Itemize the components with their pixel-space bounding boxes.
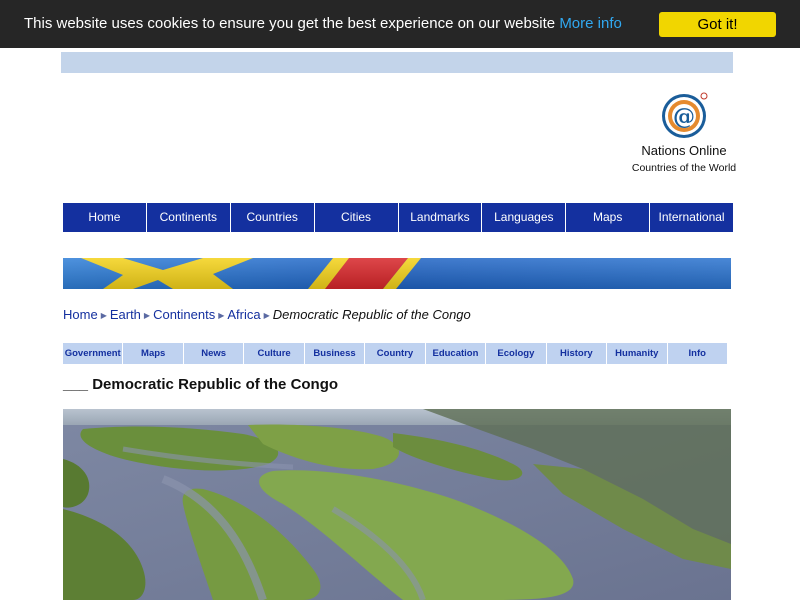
cookie-message: This website uses cookies to ensure you … xyxy=(24,15,622,32)
cookie-banner: This website uses cookies to ensure you … xyxy=(0,0,800,48)
subnav-maps[interactable]: Maps xyxy=(123,343,184,364)
site-name[interactable]: Nations Online xyxy=(630,143,738,158)
svg-text:@: @ xyxy=(673,104,695,130)
breadcrumb-earth[interactable]: Earth xyxy=(110,307,141,322)
subnav-education[interactable]: Education xyxy=(426,343,487,364)
nav-international[interactable]: International xyxy=(650,203,733,232)
subnav-ecology[interactable]: Ecology xyxy=(486,343,547,364)
nav-continents[interactable]: Continents xyxy=(147,203,231,232)
breadcrumb-home[interactable]: Home xyxy=(63,307,98,322)
subnav-culture[interactable]: Culture xyxy=(244,343,305,364)
breadcrumb-arrow-icon: ▶ xyxy=(263,311,270,321)
nav-cities[interactable]: Cities xyxy=(315,203,399,232)
more-info-link[interactable]: More info xyxy=(559,15,622,32)
subnav-humanity[interactable]: Humanity xyxy=(607,343,668,364)
breadcrumb-africa[interactable]: Africa xyxy=(227,307,260,322)
subnav-country[interactable]: Country xyxy=(365,343,426,364)
subnav-info[interactable]: Info xyxy=(668,343,727,364)
congo-river-photo xyxy=(63,409,731,600)
top-bar xyxy=(61,52,733,73)
nav-maps[interactable]: Maps xyxy=(566,203,651,232)
page-title: ___ Democratic Republic of the Congo xyxy=(63,376,339,393)
accept-cookies-button[interactable]: Got it! xyxy=(659,12,776,37)
breadcrumb: Home ▶ Earth ▶ Continents ▶ Africa ▶ Democratic … xyxy=(63,307,471,322)
globe-at-icon[interactable]: @ xyxy=(660,90,710,140)
nav-countries[interactable]: Countries xyxy=(231,203,315,232)
nav-home[interactable]: Home xyxy=(63,203,147,232)
nav-landmarks[interactable]: Landmarks xyxy=(399,203,483,232)
nav-languages[interactable]: Languages xyxy=(482,203,567,232)
subnav-news[interactable]: News xyxy=(184,343,245,364)
breadcrumb-arrow-icon: ▶ xyxy=(143,311,151,321)
site-tagline: Countries of the World xyxy=(631,162,737,174)
subnav-government[interactable]: Government xyxy=(63,343,124,364)
flag-banner-image xyxy=(63,258,731,289)
breadcrumb-current: Democratic Republic of the Congo xyxy=(272,307,471,322)
subnav-business[interactable]: Business xyxy=(305,343,366,364)
breadcrumb-arrow-icon: ▶ xyxy=(100,311,107,321)
cookie-message-text: This website uses cookies to ensure you … xyxy=(24,15,556,32)
main-navigation: Home Continents Countries Cities Landmar… xyxy=(63,203,733,232)
section-navigation: Government Maps News Culture Business Co… xyxy=(63,343,727,364)
subnav-history[interactable]: History xyxy=(547,343,608,364)
breadcrumb-arrow-icon: ▶ xyxy=(218,311,225,321)
breadcrumb-continents[interactable]: Continents xyxy=(153,307,215,322)
